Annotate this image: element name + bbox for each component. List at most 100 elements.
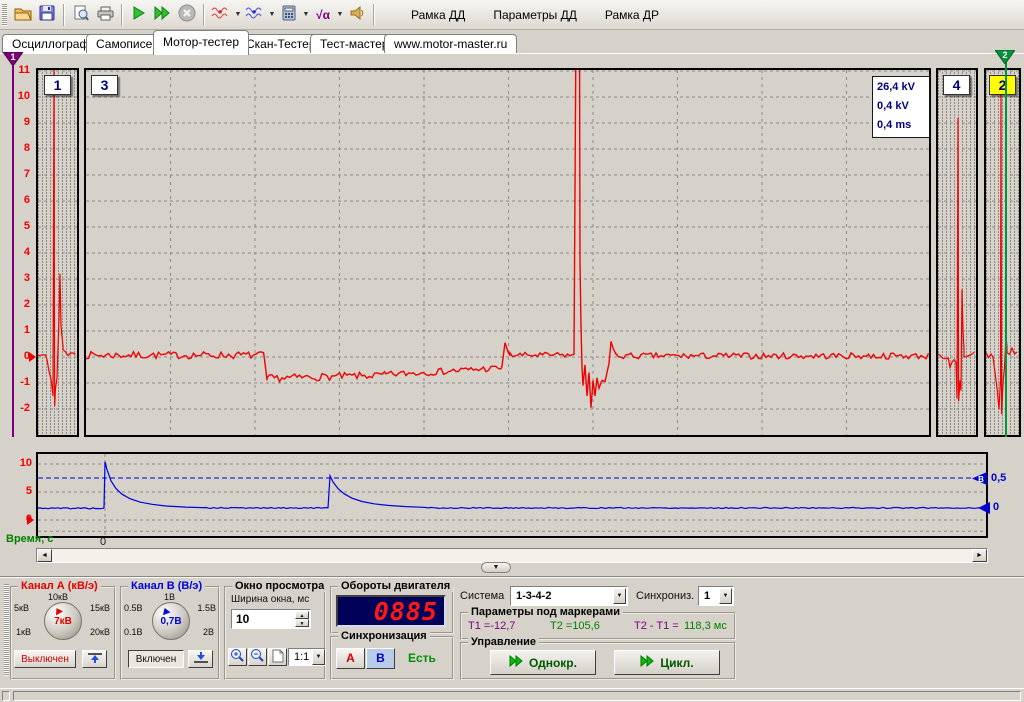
y-axis-label: -1 (6, 376, 30, 390)
cylinder-segment-1[interactable]: 1 (36, 68, 79, 437)
readout-ms: 0,4 ms (877, 116, 929, 135)
signal-b-button[interactable] (243, 3, 267, 27)
channel-b-range-knob[interactable]: 0,7В (152, 602, 190, 640)
time-origin-tick: 0 (100, 536, 106, 548)
red-signal-icon (211, 5, 231, 24)
zoom-in-icon (230, 648, 245, 666)
channel-a-position-button[interactable] (82, 650, 107, 668)
marker-t1-number: 1 (3, 52, 23, 63)
sound-button[interactable] (345, 3, 369, 27)
marker-t1-flag[interactable]: 1 (3, 52, 23, 66)
stop-button[interactable] (175, 3, 199, 27)
calculator-button[interactable] (277, 3, 301, 27)
play-icon (132, 6, 146, 23)
cycle-button[interactable]: Цикл. (614, 650, 720, 675)
signal-b-dropdown[interactable]: ▼ (267, 3, 277, 27)
print-preview-button[interactable] (69, 3, 93, 27)
segment-label-3: 3 (91, 75, 118, 95)
signal-a-button[interactable] (209, 3, 233, 27)
marker-t2-line[interactable] (1005, 62, 1007, 437)
scroll-left-button[interactable]: ◄ (37, 549, 52, 562)
sync-cylinder-combo[interactable]: 1 ▼ (698, 586, 734, 606)
scale-label: 2В (203, 627, 214, 637)
collapse-panel-button[interactable]: ▼ (481, 562, 511, 573)
signal-a-dropdown[interactable]: ▼ (233, 3, 243, 27)
toolbar-gripper[interactable] (2, 4, 7, 26)
window-width-value: 10 (236, 612, 249, 626)
channel-a-state-button[interactable]: Выключен (14, 650, 76, 668)
zoom-out-icon (250, 648, 265, 666)
control-title: Управление (468, 636, 539, 648)
sub-y-label: 5 (14, 485, 32, 497)
blue-signal-icon (245, 5, 265, 24)
cylinder-segment-2[interactable]: 2 (984, 68, 1021, 437)
mode-tabbar: Осциллограф Самописец Мотор-тестер Скан-… (0, 30, 1024, 54)
print-button[interactable] (93, 3, 117, 27)
firing-order-value: 1-3-4-2 (516, 590, 551, 602)
marker-b-letter: B (978, 475, 984, 484)
window-width-spinbox[interactable]: 10 ▲ ▼ (231, 609, 311, 629)
sync-group: Синхронизация А В Есть (330, 636, 454, 680)
y-axis-label: 8 (6, 142, 30, 156)
calculator-dropdown[interactable]: ▼ (301, 3, 311, 27)
y-axis-label: 11 (6, 64, 30, 78)
firing-order-combo[interactable]: 1-3-4-2 ▼ (510, 586, 628, 606)
rpm-timeline-chart[interactable] (36, 452, 988, 538)
tab-motor-master-site[interactable]: www.motor-master.ru (384, 34, 517, 54)
single-shot-button[interactable]: Однокр. (490, 650, 596, 675)
spin-down-button[interactable]: ▼ (295, 619, 309, 627)
zoom-in-button[interactable] (228, 648, 247, 666)
channel-b-state-button[interactable]: Включен (128, 650, 184, 668)
marker-t1-line[interactable] (12, 66, 14, 437)
sync-cylinder-value: 1 (704, 590, 710, 602)
menu-parametry-dd[interactable]: Параметры ДД (479, 3, 591, 27)
new-view-button[interactable] (268, 648, 287, 666)
scale-label: 20кВ (90, 627, 110, 637)
channel-a-title: Канал А (кВ/э) (18, 580, 101, 592)
formula-button[interactable]: √α (311, 3, 335, 27)
tab-motor-tester[interactable]: Мотор-тестер (153, 30, 249, 55)
panel-gripper[interactable] (4, 584, 9, 676)
scale-label: 10кВ (48, 592, 68, 602)
menu-ramka-dd[interactable]: Рамка ДД (397, 3, 479, 27)
double-play-icon (640, 655, 655, 670)
firing-order-dropdown[interactable]: ▼ (613, 588, 626, 604)
menu-ramka-dr[interactable]: Рамка ДР (591, 3, 673, 27)
spin-up-button[interactable]: ▲ (295, 611, 309, 619)
sync-level-marker-b[interactable]: B (972, 472, 987, 488)
scroll-right-button[interactable]: ► (972, 549, 987, 562)
cylinder-segment-4[interactable]: 4 (936, 68, 978, 437)
sync-channel-a-button[interactable]: А (336, 648, 365, 669)
formula-dropdown[interactable]: ▼ (335, 3, 345, 27)
scale-ratio-combo[interactable]: 1:1 ▼ (288, 648, 326, 666)
ratio-dropdown-button[interactable]: ▼ (312, 649, 325, 665)
rpm-group: Обороты двигателя 0885 (330, 586, 454, 634)
sub-zero-marker[interactable] (978, 502, 990, 517)
channel-b-position-button[interactable] (188, 650, 213, 668)
channel-a-range-knob[interactable]: 7кВ (44, 602, 82, 640)
marker-t2-flag[interactable]: 2 (995, 50, 1015, 64)
single-shot-label: Однокр. (529, 656, 577, 670)
time-scrollbar[interactable]: ◄ ► (36, 548, 988, 563)
run-fast-button[interactable] (151, 3, 175, 27)
zoom-out-button[interactable] (248, 648, 267, 666)
sync-channel-b-button[interactable]: В (366, 648, 395, 669)
readout-kv-max: 26,4 kV (877, 78, 929, 97)
save-file-button[interactable] (35, 3, 59, 27)
sub-zero-value: 0 (993, 501, 999, 513)
control-group: Управление Однокр. Цикл. (460, 642, 736, 680)
sync-cylinder-label: Синхрониз. (636, 590, 694, 602)
sync-cylinder-dropdown[interactable]: ▼ (719, 588, 732, 604)
run-single-button[interactable] (127, 3, 151, 27)
window-width-label: Ширина окна, мс (231, 594, 309, 605)
rpm-title: Обороты двигателя (338, 580, 453, 592)
open-file-button[interactable] (11, 3, 35, 27)
readout-kv-burn: 0,4 kV (877, 97, 929, 116)
cylinder-segment-3[interactable]: 3 (84, 68, 931, 437)
tab-oscillograph[interactable]: Осциллограф (2, 34, 99, 54)
system-label: Система (460, 590, 504, 602)
y-axis-label: 1 (6, 324, 30, 338)
marker-readout-box: 26,4 kV 0,4 kV 0,4 ms (872, 76, 930, 138)
control-panel: Канал А (кВ/э) 10кВ 5кВ 15кВ 1кВ 20кВ 7к… (0, 578, 1024, 684)
cycle-label: Цикл. (660, 656, 693, 670)
